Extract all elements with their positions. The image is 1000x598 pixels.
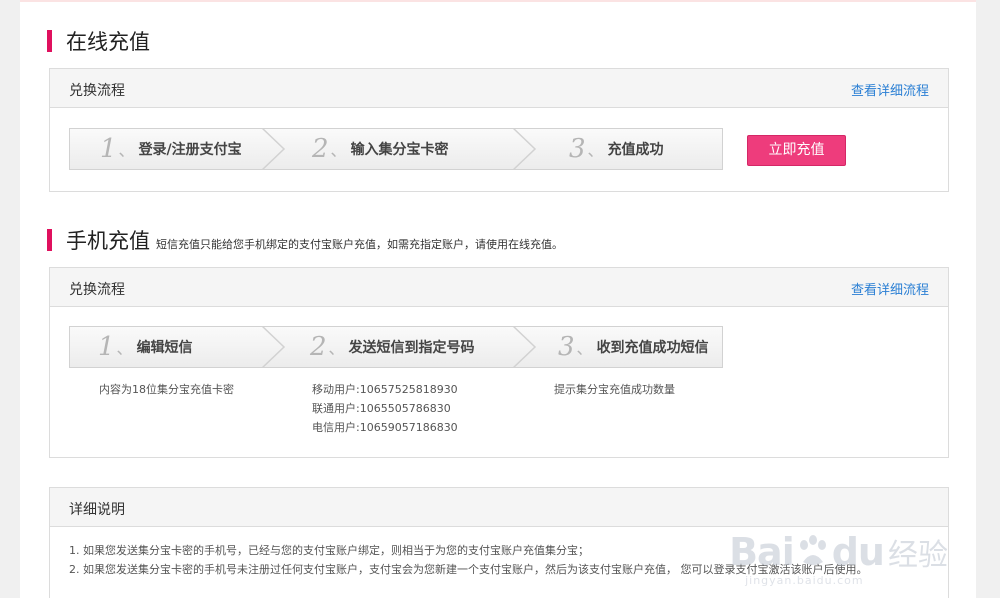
baidu-jingyan-watermark: Bai du 经验 jingyan.baidu.com [729, 530, 948, 587]
step-number: 2 [310, 332, 327, 362]
mobile-flow-header: 兑换流程 查看详细流程 [50, 268, 948, 307]
mobile-flow-box: 兑换流程 查看详细流程 1 、 编辑短信 2 、 发送短信到指定号码 3 、 收… [49, 267, 949, 458]
details-title: 详细说明 [69, 502, 125, 518]
step-label: 登录/注册支付宝 [138, 142, 242, 158]
chevron-right-icon [261, 128, 286, 170]
step-number: 2 [312, 134, 329, 164]
watermark-brand-cn: 经验 [888, 538, 948, 573]
mobile-steps: 1 、 编辑短信 2 、 发送短信到指定号码 3 、 收到充值成功短信 [69, 326, 723, 368]
step-label: 充值成功 [607, 142, 664, 158]
step-label: 发送短信到指定号码 [348, 340, 475, 356]
watermark-brand-a: Bai [729, 530, 795, 574]
online-section-title: 在线充值 [47, 26, 150, 56]
step-label: 输入集分宝卡密 [350, 142, 449, 158]
online-step-1: 1 、 登录/注册支付宝 [100, 129, 242, 169]
step-separator: 、 [587, 141, 604, 160]
online-detail-link[interactable]: 查看详细流程 [851, 80, 929, 99]
step-number: 1 [98, 332, 115, 362]
recharge-page: 在线充值 兑换流程 查看详细流程 1 、 登录/注册支付宝 2 、 输入集分宝卡… [20, 0, 976, 598]
chevron-right-icon [261, 326, 286, 368]
step1-description: 内容为18位集分宝充值卡密 [99, 383, 234, 396]
mobile-title: 手机充值 [66, 229, 150, 253]
mobile-step-1: 1 、 编辑短信 [98, 327, 193, 367]
chevron-right-icon [512, 128, 537, 170]
step-label: 收到充值成功短信 [596, 340, 709, 356]
step-separator: 、 [328, 339, 345, 358]
online-flow-box: 兑换流程 查看详细流程 1 、 登录/注册支付宝 2 、 输入集分宝卡密 3 、… [49, 68, 949, 192]
step-number: 3 [569, 134, 586, 164]
section-accent-bar [47, 30, 52, 52]
step-label: 编辑短信 [136, 340, 193, 356]
mobile-section-title: 手机充值 短信充值只能给您手机绑定的支付宝账户充值，如需充指定账户，请使用在线充… [47, 225, 563, 255]
paw-icon [799, 535, 826, 565]
watermark-url: jingyan.baidu.com [745, 574, 864, 587]
mobile-flow-title: 兑换流程 [69, 282, 125, 298]
sms-number-telecom: 电信用户:10659057186830 [312, 421, 458, 434]
online-flow-title: 兑换流程 [69, 83, 125, 99]
online-step-3: 3 、 充值成功 [569, 129, 664, 169]
step2-description: 移动用户:10657525818930 联通用户:1065505786830 电… [312, 380, 458, 437]
online-step-2: 2 、 输入集分宝卡密 [312, 129, 449, 169]
step-number: 1 [100, 134, 117, 164]
online-steps: 1 、 登录/注册支付宝 2 、 输入集分宝卡密 3 、 充值成功 [69, 128, 723, 170]
online-title: 在线充值 [66, 30, 150, 54]
online-flow-header: 兑换流程 查看详细流程 [50, 69, 948, 108]
sms-number-unicom: 联通用户:1065505786830 [312, 402, 451, 415]
details-header: 详细说明 [50, 488, 948, 527]
watermark-brand-b: du [831, 530, 885, 574]
step-separator: 、 [116, 339, 133, 358]
charge-now-button[interactable]: 立即充值 [747, 135, 846, 166]
mobile-detail-link[interactable]: 查看详细流程 [851, 279, 929, 298]
section-accent-bar [47, 229, 52, 251]
mobile-step-2: 2 、 发送短信到指定号码 [310, 327, 475, 367]
mobile-step-3: 3 、 收到充值成功短信 [558, 327, 709, 367]
mobile-subtitle: 短信充值只能给您手机绑定的支付宝账户充值，如需充指定账户，请使用在线充值。 [156, 238, 563, 251]
step-separator: 、 [118, 141, 135, 160]
step3-description: 提示集分宝充值成功数量 [554, 383, 675, 396]
step-separator: 、 [576, 339, 593, 358]
sms-number-mobile: 移动用户:10657525818930 [312, 383, 458, 396]
step-number: 3 [558, 332, 575, 362]
step-separator: 、 [330, 141, 347, 160]
chevron-right-icon [512, 326, 537, 368]
